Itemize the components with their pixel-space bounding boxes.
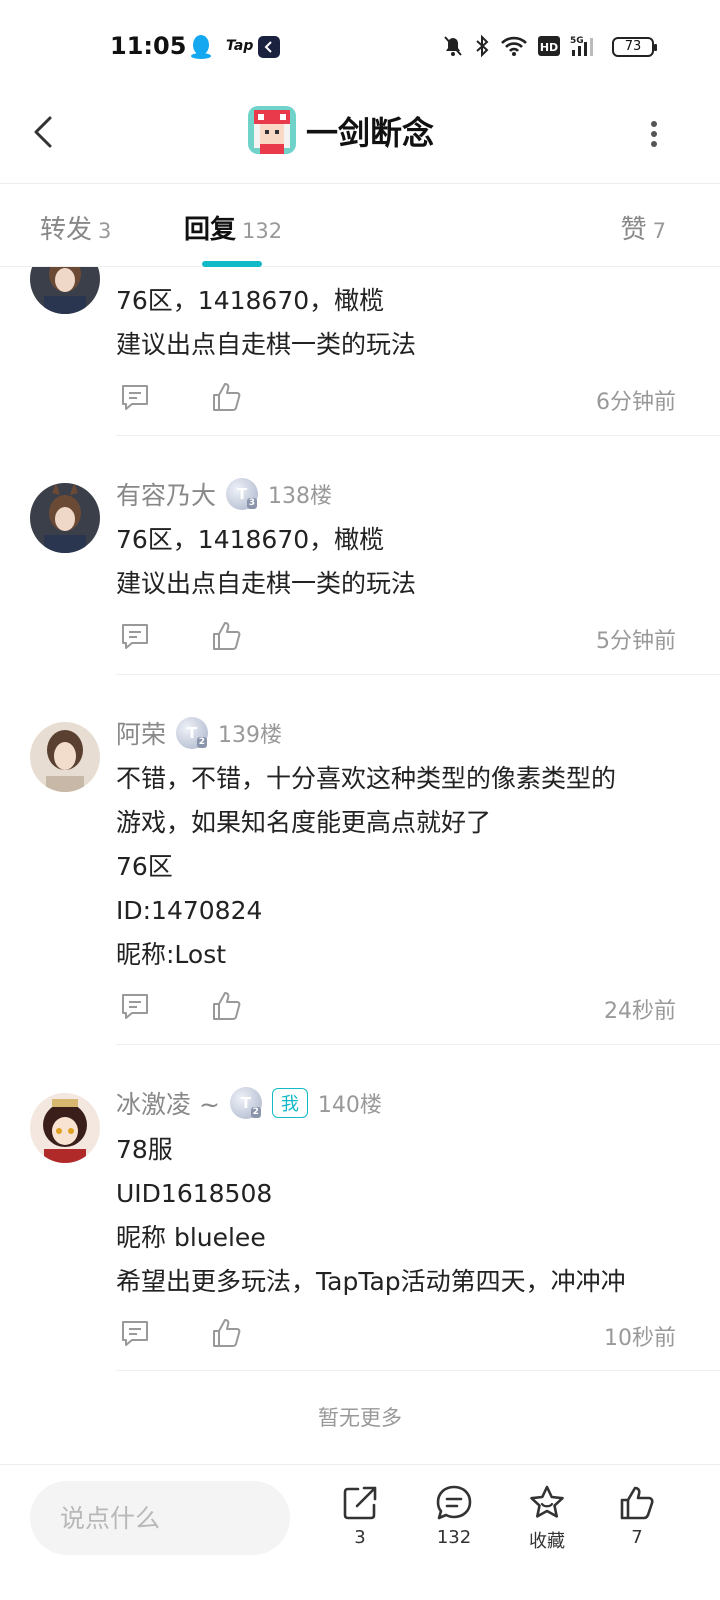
comment-line: 昵称:Lost (116, 940, 227, 969)
comment-divider (116, 1370, 720, 1371)
comment-divider (116, 674, 720, 675)
comment-line: 希望出更多玩法，TapTap活动第四天，冲冲冲 (116, 1267, 626, 1296)
reply-icon[interactable] (118, 1316, 152, 1350)
tab-likes-label: 赞 (620, 215, 647, 245)
active-tab-indicator (202, 261, 262, 267)
level-badge-icon: T3 (226, 478, 259, 510)
username[interactable]: 有容乃大 (116, 476, 216, 512)
comment-header: 有容乃大 T3 138楼 (116, 476, 332, 512)
username[interactable]: 阿荣 (116, 715, 166, 751)
tab-replies-count: 132 (242, 219, 283, 243)
comment-body: 76区，1418670，橄榄 建议出点自走棋一类的玩法 (116, 518, 696, 606)
like-icon[interactable] (210, 1316, 244, 1350)
no-more-label: 暂无更多 (318, 1406, 402, 1430)
comment-time: 10秒前 (604, 1326, 676, 1351)
comment-actions: 6分钟前 (116, 380, 676, 420)
tab-repost-count: 3 (98, 219, 112, 243)
user-avatar[interactable] (30, 722, 100, 792)
comment-body: 76区，1418670，橄榄 建议出点自走棋一类的玩法 (116, 279, 696, 367)
like-icon[interactable] (210, 380, 244, 414)
tab-replies-label: 回复 (184, 215, 237, 245)
comment-body: 不错，不错，十分喜欢这种类型的像素类型的 游戏，如果知名度能更高点就好了 76区… (116, 757, 696, 977)
comment-divider (116, 1044, 720, 1045)
comment-time: 5分钟前 (596, 629, 676, 654)
floor-number: 139楼 (218, 723, 283, 748)
floor-number: 138楼 (268, 484, 333, 509)
comment-line: 76区，1418670，橄榄 (116, 286, 385, 315)
like-icon[interactable] (210, 619, 244, 653)
tab-replies[interactable]: 回复 132 (184, 209, 282, 246)
comment-actions: 5分钟前 (116, 619, 676, 659)
like-icon[interactable] (210, 989, 244, 1023)
reply-icon[interactable] (118, 989, 152, 1023)
comment-line: 建议出点自走棋一类的玩法 (116, 330, 417, 359)
user-avatar[interactable] (30, 1093, 100, 1163)
floor-number: 140楼 (317, 1093, 382, 1118)
reply-icon[interactable] (118, 380, 152, 414)
level-badge-icon: T2 (229, 1087, 262, 1119)
username[interactable]: 冰激凌 ~ (116, 1085, 220, 1121)
comment-actions: 24秒前 (116, 989, 676, 1029)
tab-likes[interactable]: 赞7 (621, 209, 666, 246)
comment-line: 游戏，如果知名度能更高点就好了 (116, 808, 492, 837)
comment-time: 24秒前 (604, 999, 676, 1024)
tab-repost[interactable]: 转发 3 (40, 209, 111, 246)
comment-line: 昵称 bluelee (116, 1223, 266, 1252)
comment-line: 建议出点自走棋一类的玩法 (116, 569, 417, 598)
comment-line: 78服 (116, 1135, 173, 1164)
comment-line: UID1618508 (116, 1179, 273, 1208)
level-badge-icon: T2 (176, 717, 209, 749)
comment-line: 不错，不错，十分喜欢这种类型的像素类型的 (116, 764, 617, 793)
comment-line: ID:1470824 (116, 896, 263, 925)
comment-line: 76区 (116, 852, 173, 881)
user-avatar[interactable] (30, 483, 100, 553)
comment-actions: 10秒前 (116, 1316, 676, 1356)
tab-repost-label: 转发 (40, 215, 93, 245)
comment-body: 78服 UID1618508 昵称 bluelee 希望出更多玩法，TapTap… (116, 1128, 696, 1304)
tab-likes-count: 7 (652, 219, 666, 243)
tab-bar: 转发 3 回复 132 赞7 (0, 185, 720, 267)
comment-header: 阿荣 T2 139楼 (116, 715, 282, 751)
me-badge: 我 (271, 1088, 308, 1118)
comment-line: 76区，1418670，橄榄 (116, 525, 385, 554)
comment-divider (116, 435, 720, 436)
comment-header: 冰激凌 ~ T2 我 140楼 (116, 1085, 382, 1121)
reply-icon[interactable] (118, 619, 152, 653)
comment-time: 6分钟前 (596, 390, 676, 415)
